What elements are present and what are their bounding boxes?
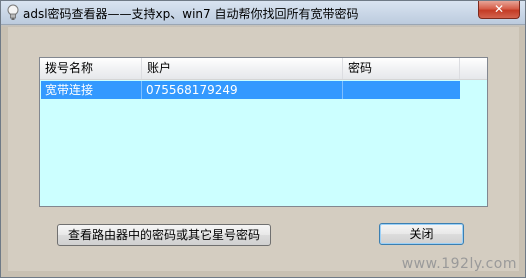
cell-account: 075568179249 [142,81,343,99]
app-window: adsl密码查看器——支持xp、win7 自动帮你找回所有宽带密码 ✕ 拨号名称… [0,0,526,278]
list-header: 拨号名称 账户 密码 [40,58,487,80]
watermark: www.192ly.com [401,256,517,272]
column-header-account[interactable]: 账户 [142,58,343,79]
client-area: 拨号名称 账户 密码 宽带连接 075568179249 查看路由器中的密码或其… [8,27,519,271]
close-button[interactable]: 关闭 [379,223,464,245]
cell-dial-name: 宽带连接 [41,81,142,99]
view-router-password-button[interactable]: 查看路由器中的密码或其它星号密码 [57,224,271,246]
cell-password [343,81,460,99]
list-item[interactable]: 宽带连接 075568179249 [41,81,460,99]
column-header-password[interactable]: 密码 [343,58,460,79]
column-header-dial-name[interactable]: 拨号名称 [40,58,142,79]
lightbulb-icon [7,4,19,20]
window-title: adsl密码查看器——支持xp、win7 自动帮你找回所有宽带密码 [23,7,359,21]
window-close-button[interactable]: ✕ [478,1,520,19]
title-bar[interactable]: adsl密码查看器——支持xp、win7 自动帮你找回所有宽带密码 ✕ [1,1,525,25]
connection-list[interactable]: 拨号名称 账户 密码 宽带连接 075568179249 [39,57,488,207]
